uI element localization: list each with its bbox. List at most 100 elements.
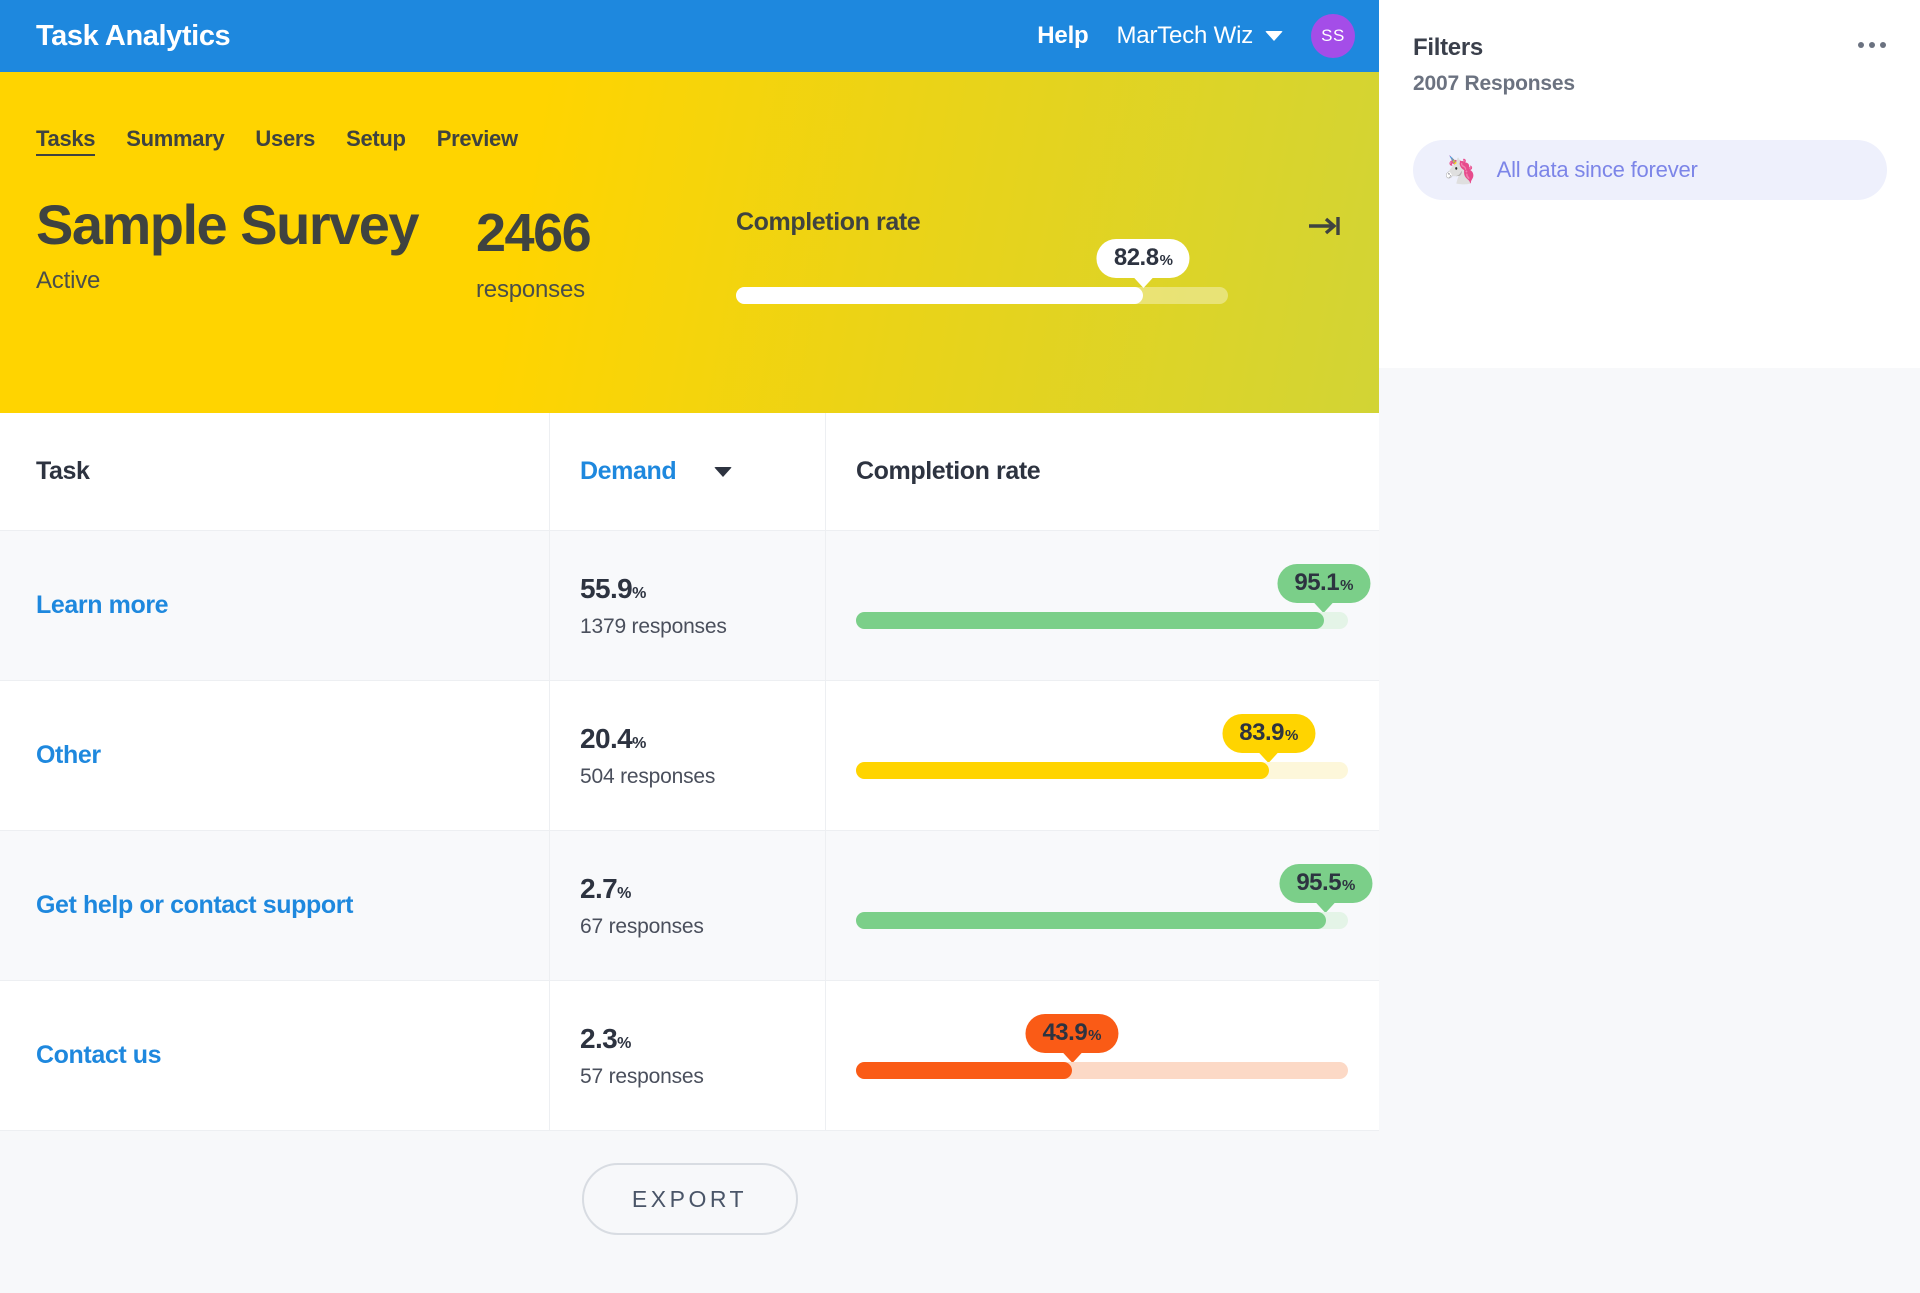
table-row: Learn more 55.9% 1379 responses 95.1% [0, 531, 1379, 681]
table-row: Get help or contact support 2.7% 67 resp… [0, 831, 1379, 981]
avatar[interactable]: SS [1311, 14, 1355, 58]
tasks-table: Task Demand Completion rate Learn more 5… [0, 413, 1379, 1131]
hero-progress-fill [736, 287, 1144, 304]
cell-completion-rate: 83.9% [826, 681, 1379, 831]
filter-chip-all-data[interactable]: 🦄 All data since forever [1413, 140, 1887, 200]
table-row: Contact us 2.3% 57 responses 43.9% [0, 981, 1379, 1131]
demand-percent-sign: % [632, 584, 647, 602]
column-header-completion-rate: Completion rate [856, 457, 1041, 485]
cell-completion-rate: 43.9% [826, 981, 1379, 1131]
column-header-demand: Demand [580, 457, 677, 485]
demand-value-group: 2.7% [580, 873, 825, 905]
chevron-down-icon [1265, 31, 1283, 41]
main-column: Task Analytics Help MarTech Wiz SS Tasks… [0, 0, 1379, 1293]
hero-completion-rate-badge: 82.8% [1096, 239, 1190, 278]
header-cell-task: Task [0, 413, 550, 531]
hero-completion-rate-label: Completion rate [736, 208, 921, 236]
header-cell-completion-rate: Completion rate [826, 413, 1379, 531]
completion-rate-fill [856, 612, 1324, 629]
hero-completion-rate-percent-sign: % [1159, 252, 1173, 269]
cell-demand: 20.4% 504 responses [550, 681, 826, 831]
more-horizontal-icon[interactable] [1858, 34, 1886, 48]
completion-rate-badge: 95.1% [1277, 564, 1371, 603]
account-menu[interactable]: MarTech Wiz [1117, 22, 1283, 50]
task-link[interactable]: Contact us [36, 1041, 549, 1070]
tab-tasks[interactable]: Tasks [36, 126, 96, 156]
cell-task: Contact us [0, 981, 550, 1131]
sort-by-demand-button[interactable]: Demand [580, 457, 825, 486]
hero-response-count-group: 2466 responses [476, 196, 736, 304]
hero-tab-list: Tasks Summary Users Setup Preview [36, 126, 1343, 156]
hero-body: Sample Survey Active 2466 responses Comp… [36, 193, 1343, 304]
completion-rate-bar-wrap: 95.1% [856, 564, 1371, 629]
filters-subtitle: 2007 Responses [1413, 72, 1575, 95]
completion-rate-bar-wrap: 83.9% [856, 714, 1348, 779]
completion-rate-number: 43.9 [1042, 1019, 1088, 1046]
export-button[interactable]: EXPORT [581, 1163, 798, 1235]
topbar-right-group: Help MarTech Wiz SS [1037, 14, 1355, 58]
demand-value-group: 2.3% [580, 1023, 825, 1055]
cell-demand: 55.9% 1379 responses [550, 531, 826, 681]
task-link[interactable]: Get help or contact support [36, 891, 549, 920]
completion-rate-bar-wrap: 43.9% [856, 1014, 1348, 1079]
survey-hero-banner: Tasks Summary Users Setup Preview Sample… [0, 72, 1379, 413]
top-navigation-bar: Task Analytics Help MarTech Wiz SS [0, 0, 1379, 72]
task-link[interactable]: Other [36, 741, 549, 770]
total-responses-label: responses [476, 276, 585, 303]
tab-preview[interactable]: Preview [437, 126, 518, 154]
table-header: Task Demand Completion rate [0, 413, 1379, 531]
app-root: Task Analytics Help MarTech Wiz SS Tasks… [0, 0, 1920, 1293]
filters-panel: Filters 2007 Responses 🦄 All data since … [1379, 0, 1920, 368]
completion-rate-percent-sign: % [1342, 877, 1356, 894]
dot-1 [1858, 42, 1864, 48]
completion-rate-badge: 43.9% [1025, 1014, 1119, 1053]
demand-value: 20.4 [580, 722, 633, 754]
help-link[interactable]: Help [1037, 22, 1088, 50]
cell-completion-rate: 95.1% [826, 531, 1379, 681]
demand-value: 2.7 [580, 872, 618, 904]
completion-rate-bar-wrap: 95.5% [856, 864, 1373, 929]
demand-percent-sign: % [617, 1034, 632, 1052]
cell-completion-rate: 95.5% [826, 831, 1379, 981]
total-responses-value: 2466 [476, 203, 592, 263]
filters-title: Filters [1413, 34, 1483, 61]
task-link[interactable]: Learn more [36, 591, 549, 620]
demand-responses-label: 57 responses [580, 1064, 704, 1088]
dot-3 [1880, 42, 1886, 48]
completion-rate-number: 95.5 [1296, 869, 1342, 896]
completion-rate-percent-sign: % [1088, 1027, 1102, 1044]
demand-responses-label: 67 responses [580, 914, 704, 938]
dot-2 [1869, 42, 1875, 48]
table-row: Other 20.4% 504 responses 83.9% [0, 681, 1379, 831]
table-header-row: Task Demand Completion rate [0, 413, 1379, 531]
hero-title-group: Sample Survey Active [36, 193, 476, 295]
completion-rate-percent-sign: % [1284, 727, 1299, 744]
tab-summary[interactable]: Summary [126, 126, 224, 154]
filters-header-row: Filters 2007 Responses [1413, 34, 1886, 96]
cell-task: Other [0, 681, 550, 831]
unicorn-icon: 🦄 [1443, 154, 1477, 185]
cell-demand: 2.3% 57 responses [550, 981, 826, 1131]
app-brand-title: Task Analytics [36, 19, 231, 52]
demand-value-group: 55.9% [580, 573, 825, 605]
completion-rate-fill [856, 762, 1269, 779]
completion-rate-number: 95.1 [1294, 569, 1340, 596]
completion-rate-badge: 95.5% [1279, 864, 1373, 903]
tab-setup[interactable]: Setup [346, 126, 406, 154]
filters-column: Filters 2007 Responses 🦄 All data since … [1379, 0, 1920, 1293]
completion-rate-percent-sign: % [1340, 577, 1354, 594]
hero-completion-rate-group: Completion rate 82.8% [736, 196, 1343, 304]
status-badge: Active [36, 266, 101, 294]
tab-users[interactable]: Users [255, 126, 315, 154]
filter-chip-label: All data since forever [1496, 157, 1698, 182]
export-section: EXPORT [0, 1131, 1379, 1293]
hero-completion-rate-bar-row: 82.8% [736, 239, 1228, 304]
column-header-task: Task [36, 457, 90, 485]
demand-percent-sign: % [632, 734, 647, 752]
page-title: Sample Survey [36, 193, 420, 256]
hero-completion-rate-number: 82.8 [1113, 244, 1159, 271]
demand-value: 55.9 [580, 572, 633, 604]
demand-responses-label: 504 responses [580, 764, 716, 788]
demand-percent-sign: % [617, 884, 632, 902]
chevron-down-icon [714, 466, 733, 477]
